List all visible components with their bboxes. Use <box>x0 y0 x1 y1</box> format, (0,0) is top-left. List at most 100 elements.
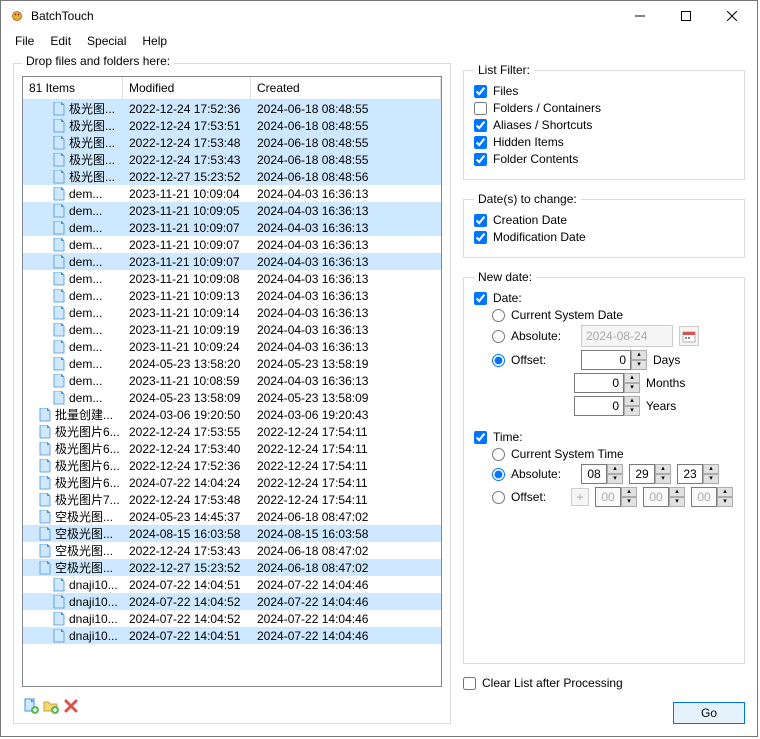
file-row[interactable]: dem...2023-11-21 10:08:592024-04-03 16:3… <box>23 372 441 389</box>
file-row[interactable]: 批量创建...2024-03-06 19:20:502024-03-06 19:… <box>23 406 441 423</box>
file-row[interactable]: dem...2023-11-21 10:09:052024-04-03 16:3… <box>23 202 441 219</box>
current-time-radio[interactable] <box>492 448 505 461</box>
file-row[interactable]: dem...2023-11-21 10:09:192024-04-03 16:3… <box>23 321 441 338</box>
filter-aliases-checkbox[interactable] <box>474 119 487 132</box>
file-name: 极光图... <box>69 100 115 117</box>
current-date-radio[interactable] <box>492 309 505 322</box>
file-row[interactable]: 极光图片6...2022-12-24 17:52:362022-12-24 17… <box>23 457 441 474</box>
file-row[interactable]: dnaji10...2024-07-22 14:04:522024-07-22 … <box>23 610 441 627</box>
calendar-icon[interactable] <box>679 326 699 346</box>
file-row[interactable]: dnaji10...2024-07-22 14:04:512024-07-22 … <box>23 576 441 593</box>
menu-edit[interactable]: Edit <box>42 32 79 50</box>
clear-list-checkbox[interactable] <box>463 677 476 690</box>
go-button[interactable]: Go <box>673 702 745 724</box>
date-checkbox[interactable] <box>474 292 487 305</box>
offset-date-label: Offset: <box>511 353 575 367</box>
col-count[interactable]: 81 Items <box>23 77 123 99</box>
file-modified: 2024-08-15 16:03:58 <box>123 527 251 541</box>
file-row[interactable]: 极光图...2022-12-24 17:53:512024-06-18 08:4… <box>23 117 441 134</box>
years-up[interactable]: ▴ <box>624 396 640 406</box>
absolute-date-radio[interactable] <box>492 330 505 343</box>
file-icon <box>53 612 67 626</box>
add-file-icon[interactable] <box>22 697 40 715</box>
offset-date-radio[interactable] <box>492 354 505 367</box>
filter-hidden-checkbox[interactable] <box>474 136 487 149</box>
time-m-input[interactable] <box>629 464 655 484</box>
file-row[interactable]: dem...2024-05-23 13:58:202024-05-23 13:5… <box>23 355 441 372</box>
file-modified: 2022-12-24 17:53:43 <box>123 153 251 167</box>
time-s-input[interactable] <box>677 464 703 484</box>
file-created: 2024-04-03 16:36:13 <box>251 323 441 337</box>
filter-folders-checkbox[interactable] <box>474 102 487 115</box>
offset-months-input[interactable] <box>574 373 624 393</box>
list-filter-group: List Filter: Files Folders / Containers … <box>463 63 745 180</box>
file-icon <box>53 102 67 116</box>
file-modified: 2022-12-27 15:23:52 <box>123 170 251 184</box>
file-list-header[interactable]: 81 Items Modified Created <box>23 77 441 100</box>
file-modified: 2023-11-21 10:09:04 <box>123 187 251 201</box>
file-icon <box>39 527 53 541</box>
file-row[interactable]: 极光图片7...2022-12-24 17:53:482022-12-24 17… <box>23 491 441 508</box>
close-button[interactable] <box>709 1 755 31</box>
minimize-button[interactable] <box>617 1 663 31</box>
file-row[interactable]: 空极光图...2024-08-15 16:03:582024-08-15 16:… <box>23 525 441 542</box>
file-row[interactable]: dem...2023-11-21 10:09:072024-04-03 16:3… <box>23 219 441 236</box>
current-date-label: Current System Date <box>511 308 623 322</box>
file-modified: 2023-11-21 10:09:07 <box>123 238 251 252</box>
file-list[interactable]: 81 Items Modified Created 极光图...2022-12-… <box>22 76 442 687</box>
menu-help[interactable]: Help <box>134 32 175 50</box>
menu-file[interactable]: File <box>7 32 42 50</box>
col-created[interactable]: Created <box>251 77 441 99</box>
file-row[interactable]: dem...2023-11-21 10:09:082024-04-03 16:3… <box>23 270 441 287</box>
months-up[interactable]: ▴ <box>624 373 640 383</box>
file-row[interactable]: 空极光图...2022-12-24 17:53:432024-06-18 08:… <box>23 542 441 559</box>
maximize-button[interactable] <box>663 1 709 31</box>
time-checkbox[interactable] <box>474 431 487 444</box>
file-row[interactable]: dem...2023-11-21 10:09:072024-04-03 16:3… <box>23 236 441 253</box>
file-modified: 2023-11-21 10:09:24 <box>123 340 251 354</box>
offset-years-input[interactable] <box>574 396 624 416</box>
offset-time-radio[interactable] <box>492 491 505 504</box>
offset-s-input <box>691 487 717 507</box>
filter-contents-checkbox[interactable] <box>474 153 487 166</box>
years-down[interactable]: ▾ <box>624 406 640 416</box>
file-row[interactable]: 极光图片6...2022-12-24 17:53:402022-12-24 17… <box>23 440 441 457</box>
file-row[interactable]: 极光图...2022-12-27 15:23:522024-06-18 08:4… <box>23 168 441 185</box>
modification-date-checkbox[interactable] <box>474 231 487 244</box>
file-row[interactable]: dnaji10...2024-07-22 14:04:522024-07-22 … <box>23 593 441 610</box>
file-row[interactable]: dem...2023-11-21 10:09:242024-04-03 16:3… <box>23 338 441 355</box>
file-modified: 2023-11-21 10:09:14 <box>123 306 251 320</box>
file-row[interactable]: 极光图...2022-12-24 17:53:432024-06-18 08:4… <box>23 151 441 168</box>
file-row[interactable]: dem...2023-11-21 10:09:132024-04-03 16:3… <box>23 287 441 304</box>
months-down[interactable]: ▾ <box>624 383 640 393</box>
absolute-time-radio[interactable] <box>492 468 505 481</box>
filter-files-checkbox[interactable] <box>474 85 487 98</box>
drop-zone[interactable]: Drop files and folders here: 81 Items Mo… <box>13 63 451 724</box>
col-modified[interactable]: Modified <box>123 77 251 99</box>
file-row[interactable]: dem...2023-11-21 10:09:072024-04-03 16:3… <box>23 253 441 270</box>
days-up[interactable]: ▴ <box>631 350 647 360</box>
days-down[interactable]: ▾ <box>631 360 647 370</box>
file-name: dem... <box>69 272 102 286</box>
time-h-input[interactable] <box>581 464 607 484</box>
file-modified: 2024-07-22 14:04:51 <box>123 629 251 643</box>
file-row[interactable]: dnaji10...2024-07-22 14:04:512024-07-22 … <box>23 627 441 644</box>
file-row[interactable]: 极光图片6...2022-12-24 17:53:552022-12-24 17… <box>23 423 441 440</box>
offset-days-input[interactable] <box>581 350 631 370</box>
file-row[interactable]: 空极光图...2024-05-23 14:45:372024-06-18 08:… <box>23 508 441 525</box>
file-created: 2022-12-24 17:54:11 <box>251 442 441 456</box>
menu-special[interactable]: Special <box>79 32 134 50</box>
file-row[interactable]: dem...2023-11-21 10:09:042024-04-03 16:3… <box>23 185 441 202</box>
remove-icon[interactable] <box>62 697 80 715</box>
add-folder-icon[interactable] <box>42 697 60 715</box>
file-row[interactable]: 极光图片6...2024-07-22 14:04:242022-12-24 17… <box>23 474 441 491</box>
titlebar[interactable]: BatchTouch <box>1 1 757 31</box>
file-row[interactable]: 极光图...2022-12-24 17:53:482024-06-18 08:4… <box>23 134 441 151</box>
creation-date-checkbox[interactable] <box>474 214 487 227</box>
file-row[interactable]: 极光图...2022-12-24 17:52:362024-06-18 08:4… <box>23 100 441 117</box>
file-row[interactable]: dem...2023-11-21 10:09:142024-04-03 16:3… <box>23 304 441 321</box>
file-row[interactable]: 空极光图...2022-12-27 15:23:522024-06-18 08:… <box>23 559 441 576</box>
file-icon <box>39 442 53 456</box>
file-row[interactable]: dem...2024-05-23 13:58:092024-05-23 13:5… <box>23 389 441 406</box>
file-name: 极光图... <box>69 168 115 185</box>
